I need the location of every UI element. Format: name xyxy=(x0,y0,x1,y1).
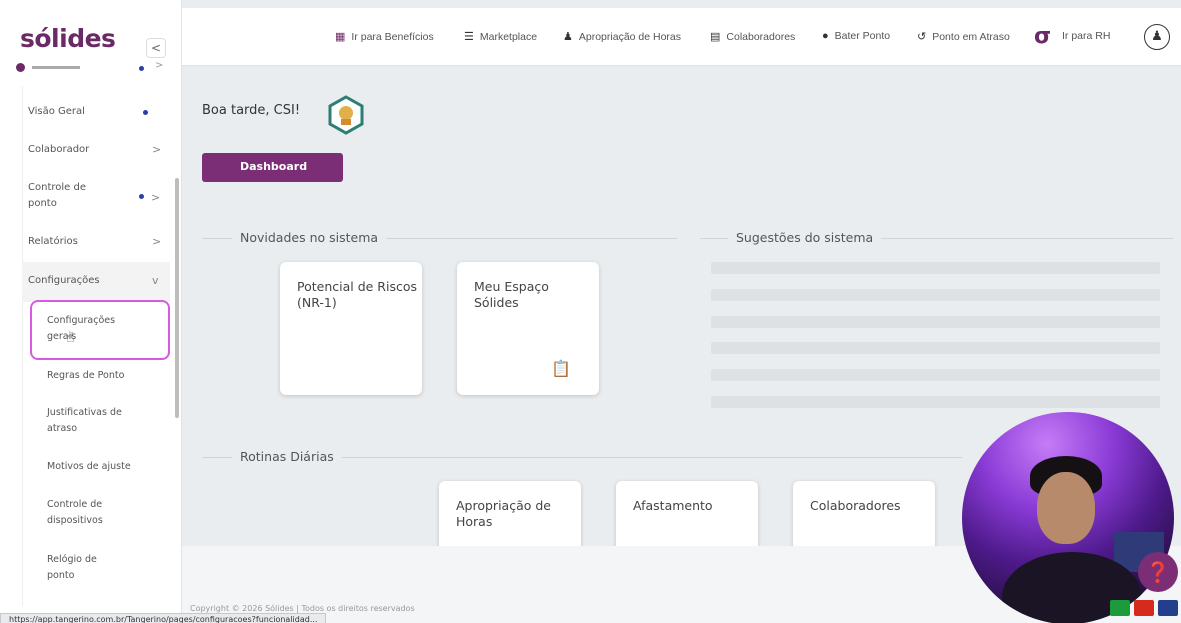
status-bar-url: https://app.tangerino.com.br/Tangerino/p… xyxy=(0,613,327,623)
skeleton-line xyxy=(711,262,1160,274)
nav-bater-ponto[interactable]: ● Bater Ponto xyxy=(822,30,890,42)
sidebar-item-label: Colaborador xyxy=(28,144,90,155)
app-window: sólides < > Visão Geral Colaborador > Co… xyxy=(0,0,1181,623)
card-title: Colaboradores xyxy=(810,498,901,513)
sidebar-item-relatorios[interactable]: Relatórios > xyxy=(28,234,161,250)
collapse-sidebar-button[interactable]: < xyxy=(146,38,166,58)
sidebar-scrollbar[interactable] xyxy=(175,178,179,418)
highlight-annotation xyxy=(30,300,170,360)
submenu-item-justificativas[interactable]: Justificativas de atraso xyxy=(47,405,132,437)
webcam-overlay xyxy=(962,412,1174,623)
card-title: Afastamento xyxy=(633,498,713,513)
user-icon: ♟ xyxy=(1151,29,1163,44)
submenu-item-controle-de-dispositivos[interactable]: Controle de dispositivos xyxy=(47,497,127,529)
sidebar-item-configuracoes[interactable]: Configurações v xyxy=(28,273,159,289)
nav-ir-para-rh[interactable]: Ir para RH xyxy=(1062,30,1110,42)
submenu-item-regras-de-ponto[interactable]: Regras de Ponto xyxy=(47,368,147,384)
nav-apropriacao-de-horas[interactable]: ♟ Apropriação de Horas xyxy=(563,30,681,43)
flag-uk-icon[interactable] xyxy=(1158,600,1178,616)
sidebar-item-controle-de-ponto[interactable]: Controle de ponto xyxy=(28,180,108,212)
solides-icon: σ xyxy=(1034,24,1052,49)
chevron-right-icon: > xyxy=(152,235,162,248)
hand-cursor-icon: ☝ xyxy=(66,330,75,346)
flag-portugal-icon[interactable] xyxy=(1134,600,1154,616)
skeleton-line xyxy=(711,396,1160,408)
chat-button[interactable]: ❓ xyxy=(1138,552,1178,592)
card-meu-espaco-solides[interactable]: Meu Espaço Sólides 📋 xyxy=(457,262,599,395)
card-title: Potencial de Riscos (NR-1) xyxy=(297,279,418,310)
card-title: Meu Espaço Sólides xyxy=(474,279,549,310)
skeleton-line xyxy=(711,369,1160,381)
nav-ir-para-beneficios[interactable]: ▦ Ir para Benefícios xyxy=(335,30,434,43)
sidebar-item-label: Relatórios xyxy=(28,236,78,247)
sidebar-item-label: Visão Geral xyxy=(28,106,85,117)
clock-icon: ● xyxy=(822,30,829,42)
chevron-down-icon: v xyxy=(152,274,159,287)
section-title-novidades: Novidades no sistema xyxy=(232,230,387,245)
history-icon: ↺ xyxy=(917,31,927,43)
sidebar-item-colaborador[interactable]: Colaborador > xyxy=(28,142,161,158)
top-navigation-bar: ▦ Ir para Benefícios ☰ Marketplace ♟ Apropr… xyxy=(182,8,1181,66)
sidebar-item-label: Configurações xyxy=(28,275,100,286)
nav-ponto-em-atraso[interactable]: ↺ Ponto em Atraso xyxy=(917,30,1010,43)
nav-marketplace[interactable]: ☰ Marketplace xyxy=(464,30,537,43)
skeleton-line xyxy=(711,316,1160,328)
card-title: Apropriação de Horas xyxy=(456,498,551,529)
sidebar-item-ponto-collapsed[interactable]: > xyxy=(12,60,167,80)
chevron-right-icon: > xyxy=(151,191,161,204)
section-title-sugestoes: Sugestões do sistema xyxy=(728,230,882,245)
sidebar: sólides < > Visão Geral Colaborador > Co… xyxy=(0,0,182,623)
nav-colaboradores[interactable]: ▤ Colaboradores xyxy=(710,30,795,43)
card-potencial-de-riscos[interactable]: Potencial de Riscos (NR-1) xyxy=(280,262,422,395)
chat-icon: ❓ xyxy=(1145,560,1171,584)
notification-dot xyxy=(143,110,148,115)
chevron-right-icon: > xyxy=(152,143,162,156)
language-flags xyxy=(1110,600,1181,618)
cart-icon: ☰ xyxy=(464,31,474,43)
submenu-item-motivos-de-ajuste[interactable]: Motivos de ajuste xyxy=(47,459,147,475)
flag-brazil-icon[interactable] xyxy=(1110,600,1130,616)
logo: sólides xyxy=(20,24,116,53)
skeleton-line xyxy=(711,342,1160,354)
copyright-text: Copyright © 2026 Sólides | Todos os dire… xyxy=(190,604,415,613)
section-title-rotinas: Rotinas Diárias xyxy=(232,449,342,464)
achievement-badge-icon xyxy=(328,95,364,135)
dashboard-button[interactable]: Dashboard xyxy=(202,153,343,182)
greeting-text: Boa tarde, CSI! xyxy=(202,103,301,118)
user-menu-button[interactable]: ♟ xyxy=(1144,24,1170,50)
people-icon: ♟ xyxy=(563,31,573,43)
clipboard-icon: 📋 xyxy=(551,359,571,378)
notification-dot xyxy=(139,194,144,199)
briefcase-icon: ▦ xyxy=(335,31,346,43)
skeleton-line xyxy=(711,289,1160,301)
notebook-icon: ▤ xyxy=(710,31,721,43)
sidebar-item-label: Controle de ponto xyxy=(28,182,86,209)
sidebar-item-visao-geral[interactable]: Visão Geral xyxy=(28,104,85,120)
submenu-item-relogio-de-ponto[interactable]: Relógio de ponto xyxy=(47,552,107,584)
